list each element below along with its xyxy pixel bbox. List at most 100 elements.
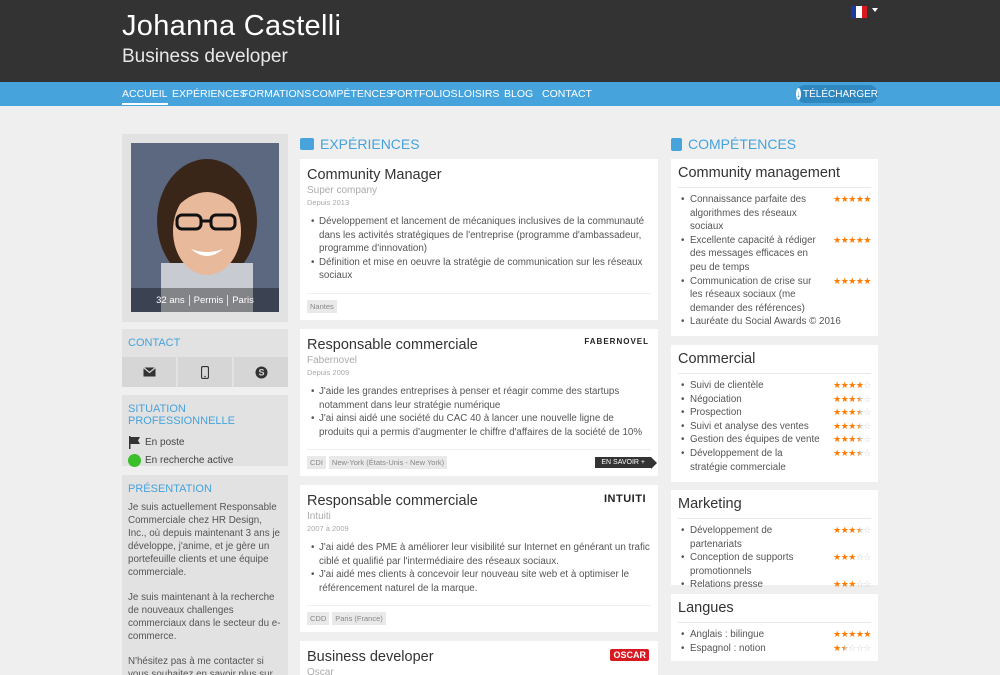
download-button[interactable]: ↓ TÉLÉCHARGER [796,85,878,103]
nav-item-accueil[interactable]: ACCUEIL [122,88,168,105]
skill-name: Conception de supports promotionnels [678,551,820,578]
skill-name: Prospection [678,406,820,420]
profile-name: Johanna Castelli [122,10,342,42]
star-full-icon: ★ [848,234,856,245]
star-empty-icon: ☆ [863,434,871,445]
chevron-down-icon[interactable] [872,8,878,12]
portrait-image [131,143,279,312]
star-full-icon: ★ [833,234,841,245]
skill-item: Relations presse ★★★☆☆ [678,578,871,592]
experience-company: Super company [307,185,378,196]
situation-label-employed: En poste [145,436,185,448]
star-rating: ★★★★★ [833,193,871,207]
skill-group-card: Langues Anglais : bilingue★★★★★ Espagnol… [671,594,878,661]
skill-item: Connaissance parfaite des algorithmes de… [678,193,871,234]
skype-icon[interactable]: S [234,357,288,387]
skill-item: Excellente capacité à rédiger des messag… [678,234,871,275]
main-nav: ACCUEIL EXPÉRIENCES FORMATIONS COMPÉTENC… [0,82,1000,106]
experience-card: FABERNOVEL Responsable commerciale Faber… [300,329,658,476]
contact-title: CONTACT [128,337,181,349]
nav-item-loisirs[interactable]: LOISIRS [458,88,499,100]
skill-name[interactable]: Relations presse [678,578,820,592]
experience-bullet: J'ai aidé mes clients à concevoir leur n… [311,568,651,595]
experience-tag: Nantes [307,300,337,313]
experience-tag: CDI [307,456,326,469]
star-rating: ★★★★★ [833,628,871,642]
briefcase-icon [300,138,314,150]
star-full-icon: ★ [848,407,856,418]
star-rating: ★★★★☆ [833,379,871,393]
star-full-icon: ★ [848,420,856,431]
experience-company: Intuiti [307,511,331,522]
star-rating: ★★★★☆ [833,433,871,447]
skill-name: Lauréate du Social Awards © 2016 [678,315,868,329]
skill-item: Lauréate du Social Awards © 2016 [678,315,871,329]
language-flag-icon[interactable] [851,6,867,18]
star-rating: ★★★★☆ [833,393,871,407]
star-empty-icon: ☆ [863,642,871,653]
star-full-icon: ★ [833,434,841,445]
mobile-icon[interactable] [178,357,232,387]
experience-company: Oscar [307,667,334,675]
experience-title: Community Manager [307,167,442,183]
experiences-title: EXPÉRIENCES [320,136,420,152]
skill-name: Gestion des équipes de vente [678,433,820,447]
nav-item-formations[interactable]: FORMATIONS [242,88,311,100]
experience-card: OSCAR Business developer Oscar [300,641,658,675]
page-header: Johanna Castelli Business developer [0,0,1000,82]
skill-item: Espagnol : notion★★☆☆☆ [678,642,871,656]
nav-item-competences[interactable]: COMPÉTENCES [312,88,393,100]
star-full-icon: ★ [863,629,871,639]
skill-item: Développement de la stratégie commercial… [678,447,871,474]
profile-city: Paris [232,294,254,306]
nav-item-blog[interactable]: BLOG [504,88,533,100]
star-full-icon: ★ [848,434,856,445]
download-label: TÉLÉCHARGER [802,88,878,100]
experience-tag: New-York (États-Unis - New York) [328,456,448,469]
skill-group-card: Community management Connaissance parfai… [671,159,878,336]
skill-group-title: Marketing [678,496,871,519]
envelope-icon[interactable] [122,357,176,387]
skill-name: Connaissance parfaite des algorithmes de… [678,193,820,234]
experience-bullet: J'ai aidé des PME à améliorer leur visib… [311,541,651,568]
experience-bullet: Développement et lancement de mécaniques… [311,215,651,256]
situation-card: SITUATION PROFESSIONNELLE En poste En re… [122,395,288,467]
status-dot-icon [128,453,141,467]
contact-card: CONTACT S [122,329,288,387]
star-full-icon: ★ [848,194,856,204]
star-empty-icon: ☆ [863,525,871,535]
experience-bullet: J'ai ainsi aidé une société du CAC 40 à … [311,412,651,439]
nav-item-portfolios[interactable]: PORTFOLIOS [390,88,458,100]
flag-icon [129,435,140,449]
star-rating: ★★★★☆ [833,420,871,434]
profile-role: Business developer [122,46,288,67]
star-rating: ★★★★☆ [833,524,871,538]
read-more-button[interactable]: EN SAVOIR + [595,457,657,469]
clipboard-icon [671,137,682,151]
skill-item: Communication de crise sur les réseaux s… [678,275,871,316]
star-empty-icon: ☆ [863,380,871,390]
star-empty-icon: ☆ [863,393,871,404]
skill-group-title: Community management [678,165,871,188]
skill-item: Suivi et analyse des ventes★★★★☆ [678,420,871,434]
star-rating: ★★★★★ [833,234,871,248]
star-full-icon: ★ [848,275,856,286]
presentation-paragraph: Je suis maintenant à la recherche de nou… [128,592,281,642]
nav-item-experiences[interactable]: EXPÉRIENCES [172,88,247,100]
star-full-icon: ★ [833,552,841,563]
situation-title: SITUATION PROFESSIONNELLE [128,403,235,427]
skill-group-card: Marketing Développement de partenariats ★… [671,490,878,592]
star-empty-icon: ☆ [863,552,871,563]
star-empty-icon: ☆ [863,579,871,590]
presentation-paragraph: N'hésitez pas à me contacter si vous sou… [128,656,273,675]
star-rating: ★★★☆☆ [833,578,871,592]
star-rating: ★★★★☆ [833,447,871,461]
nav-item-contact[interactable]: CONTACT [542,88,592,100]
profile-meta: 32 ans Permis Paris [131,288,279,312]
profile-age: 32 ans [156,294,185,306]
skill-name: Développement de la stratégie commercial… [678,447,820,474]
skill-item: Suivi de clientèle★★★★☆ [678,379,871,393]
experiences-heading: EXPÉRIENCES [300,136,420,152]
skills-title: COMPÉTENCES [688,136,797,152]
star-full-icon: ★ [833,194,841,204]
